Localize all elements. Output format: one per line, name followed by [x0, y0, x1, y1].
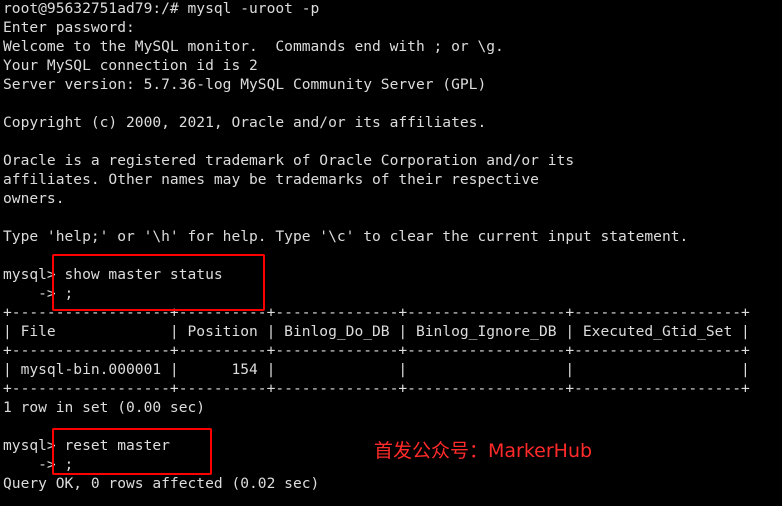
terminal-window[interactable]: root@95632751ad79:/# mysql -uroot -p Ent… [0, 0, 782, 506]
terminal-line: root@95632751ad79:/# mysql -uroot -p [3, 0, 320, 17]
terminal-line: 1 row in set (0.00 sec) [3, 399, 206, 416]
terminal-line: Welcome to the MySQL monitor. Commands e… [3, 38, 504, 55]
terminal-line: Server version: 5.7.36-log MySQL Communi… [3, 76, 487, 93]
terminal-line: Your MySQL connection id is 2 [3, 57, 258, 74]
terminal-line: owners. [3, 190, 65, 207]
table-border-line: +------------------+----------+---------… [3, 342, 750, 359]
table-header-row: | File | Position | Binlog_Do_DB | Binlo… [3, 323, 750, 340]
highlight-box-show-master-status [52, 254, 265, 311]
terminal-line: Query OK, 0 rows affected (0.02 sec) [3, 475, 320, 492]
terminal-line: Oracle is a registered trademark of Orac… [3, 152, 575, 169]
terminal-line: affiliates. Other names may be trademark… [3, 171, 539, 188]
highlight-box-reset-master [52, 428, 212, 475]
terminal-line: Enter password: [3, 19, 135, 36]
terminal-line: Copyright (c) 2000, 2021, Oracle and/or … [3, 114, 487, 131]
terminal-line: Type 'help;' or '\h' for help. Type '\c'… [3, 228, 689, 245]
watermark-text: 首发公众号：MarkerHub [374, 440, 593, 462]
table-row: | mysql-bin.000001 | 154 | | | | [3, 361, 750, 378]
table-border-line: +------------------+----------+---------… [3, 380, 750, 397]
